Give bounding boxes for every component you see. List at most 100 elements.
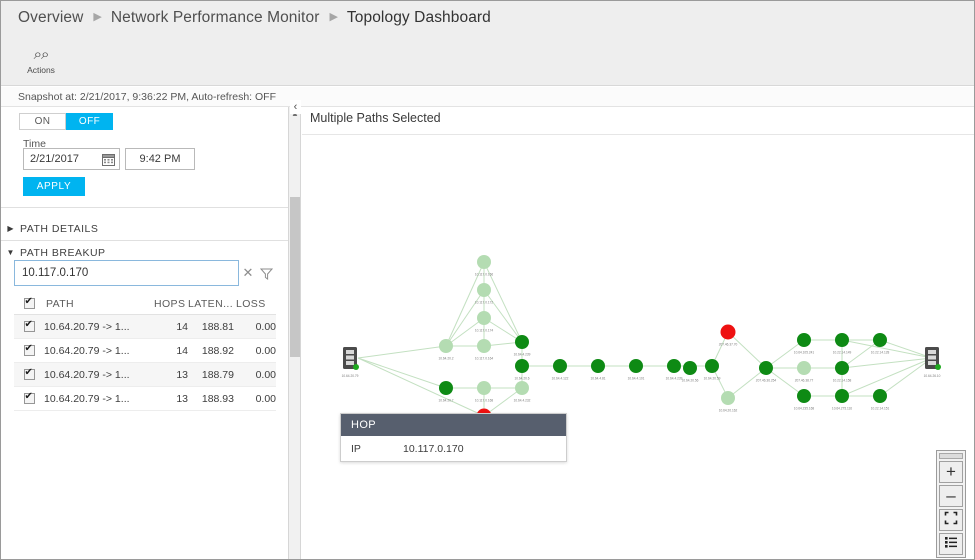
column-header-path[interactable]: PATH (44, 298, 154, 310)
node-circle[interactable] (515, 335, 529, 349)
zoom-slider[interactable] (939, 453, 963, 459)
node-label: 10.117.0.166 (475, 273, 494, 277)
node-circle[interactable] (797, 333, 811, 347)
topology-node[interactable]: 10.64.4.101 (628, 359, 645, 381)
topology-node[interactable]: 10.64.20.6 (514, 359, 530, 381)
topology-node[interactable]: 10.64.4.122 (552, 359, 569, 381)
topology-node[interactable]: 10.117.0.168 (475, 381, 494, 403)
topology-node[interactable]: 10.64.105.241 (794, 333, 815, 355)
search-input[interactable] (14, 260, 239, 286)
topology-node[interactable]: 10.64.235.168 (794, 389, 815, 411)
topology-node[interactable]: 10.22.14.158 (833, 361, 852, 383)
topology-node[interactable]: 10.64.4.239 (666, 359, 683, 381)
node-circle[interactable] (797, 361, 811, 375)
table-row[interactable]: 10.64.20.79 -> 1... 14 188.81 0.00 (14, 315, 276, 339)
node-circle[interactable] (797, 389, 811, 403)
table-row[interactable]: 10.64.20.79 -> 1... 14 188.92 0.00 (14, 339, 276, 363)
breadcrumb-item-network-performance-monitor[interactable]: Network Performance Monitor (111, 9, 320, 27)
section-path-details[interactable]: ▶ PATH DETAILS (1, 217, 288, 240)
node-circle[interactable] (873, 389, 887, 403)
calendar-icon[interactable] (102, 153, 115, 166)
topology-node[interactable]: 207.46.36.254 (756, 361, 777, 383)
topology-node[interactable]: 10.64.20.7 (438, 381, 454, 403)
node-circle[interactable] (835, 389, 849, 403)
topology-node[interactable]: 10.64.4.232 (514, 381, 531, 403)
select-all-checkbox[interactable] (14, 296, 44, 309)
breadcrumb-item-topology-dashboard[interactable]: Topology Dashboard (347, 9, 491, 27)
autorefresh-toggle[interactable]: ON OFF (19, 113, 139, 130)
column-header-loss[interactable]: LOSS (236, 298, 276, 310)
column-header-latency[interactable]: LATEN... (188, 298, 236, 310)
apply-button[interactable]: APPLY (23, 177, 85, 196)
topology-graph[interactable]: 10.117.0.166 10.117.0.172 10.117.0.174 10.6… (302, 135, 975, 560)
topology-node[interactable]: 10.117.0.172 (475, 283, 494, 305)
node-circle[interactable] (553, 359, 567, 373)
legend-button[interactable] (939, 533, 963, 555)
topology-node[interactable]: 10.22.14.149 (833, 333, 852, 355)
node-circle[interactable] (477, 339, 491, 353)
node-circle[interactable] (477, 311, 491, 325)
server-icon[interactable]: 10.64.20.79 (342, 347, 359, 378)
time-input[interactable]: 9:42 PM (125, 148, 195, 170)
toggle-option-off[interactable]: OFF (66, 113, 113, 130)
row-checkbox[interactable] (14, 367, 44, 380)
row-checkbox[interactable] (14, 343, 44, 356)
chevron-down-icon: ▼ (6, 248, 15, 257)
date-input[interactable]: 2/21/2017 (23, 148, 120, 170)
topology-canvas-panel: Multiple Paths Selected 10.117.0.166 10.1… (302, 107, 975, 560)
funnel-icon[interactable] (257, 260, 276, 286)
cell-loss: 0.00 (255, 392, 276, 405)
node-circle[interactable] (477, 283, 491, 297)
topology-node[interactable]: 10.64.20.162 (719, 391, 738, 413)
server-icon[interactable]: 10.64.26.10 (924, 347, 941, 378)
node-circle[interactable] (477, 255, 491, 269)
topology-node[interactable]: 10.64.4.81 (590, 359, 606, 381)
topology-node[interactable]: 10.64.275.116 (832, 389, 852, 411)
node-circle[interactable] (873, 333, 887, 347)
topology-node[interactable]: 10.117.0.166 (475, 255, 494, 277)
topology-svg[interactable]: 10.117.0.166 10.117.0.172 10.117.0.174 10.6… (302, 135, 975, 560)
actions-button[interactable]: ⌕⌕ Actions (18, 38, 64, 82)
left-panel-scrollbar[interactable]: ▲ (289, 107, 301, 559)
node-circle[interactable] (667, 359, 681, 373)
topology-node[interactable]: 10.64.20.56 (682, 361, 699, 383)
toolbar: ⌕⌕ Actions (1, 34, 974, 86)
close-icon[interactable]: ✕ (239, 260, 258, 286)
node-circle[interactable] (591, 359, 605, 373)
topology-node[interactable]: 10.22.14.128 (871, 333, 890, 355)
scrollbar-thumb[interactable] (290, 197, 300, 357)
table-row[interactable]: 10.64.20.79 -> 1... 13 188.93 0.00 (14, 387, 276, 411)
breadcrumb-item-overview[interactable]: Overview (18, 9, 83, 27)
node-circle[interactable] (629, 359, 643, 373)
topology-node[interactable]: 10.64.20.2 (438, 339, 454, 361)
node-circle[interactable] (515, 381, 529, 395)
topology-node[interactable]: 207.46.37.70 (719, 324, 738, 347)
topology-node[interactable]: 10.64.4.239 (514, 335, 531, 357)
node-circle[interactable] (439, 381, 453, 395)
node-circle[interactable] (835, 333, 849, 347)
node-circle[interactable] (683, 361, 697, 375)
node-circle[interactable] (705, 359, 719, 373)
fit-to-screen-button[interactable] (939, 509, 963, 531)
node-circle[interactable] (515, 359, 529, 373)
row-checkbox[interactable] (14, 319, 44, 332)
node-circle[interactable] (759, 361, 773, 375)
node-circle[interactable] (721, 391, 735, 405)
topology-node[interactable]: 10.22.14.151 (871, 389, 890, 411)
node-circle[interactable] (835, 361, 849, 375)
chevron-left-icon[interactable]: ‹ (290, 100, 301, 114)
toggle-option-on[interactable]: ON (19, 113, 66, 130)
topology-node[interactable]: 207.46.38.77 (795, 361, 814, 383)
column-header-hops[interactable]: HOPS (154, 298, 188, 310)
table-row[interactable]: 10.64.20.79 -> 1... 13 188.79 0.00 (14, 363, 276, 387)
node-circle[interactable] (439, 339, 453, 353)
row-checkbox[interactable] (14, 391, 44, 404)
zoom-out-button[interactable]: – (939, 485, 963, 507)
node-circle[interactable] (720, 324, 736, 340)
topology-node[interactable]: 10.117.0.164 (475, 339, 494, 361)
node-circle[interactable] (477, 381, 491, 395)
cell-hops: 14 (176, 344, 188, 357)
topology-node[interactable]: 10.64.20.59 (704, 359, 721, 381)
cell-hops: 13 (176, 392, 188, 405)
zoom-in-button[interactable]: + (939, 461, 963, 483)
